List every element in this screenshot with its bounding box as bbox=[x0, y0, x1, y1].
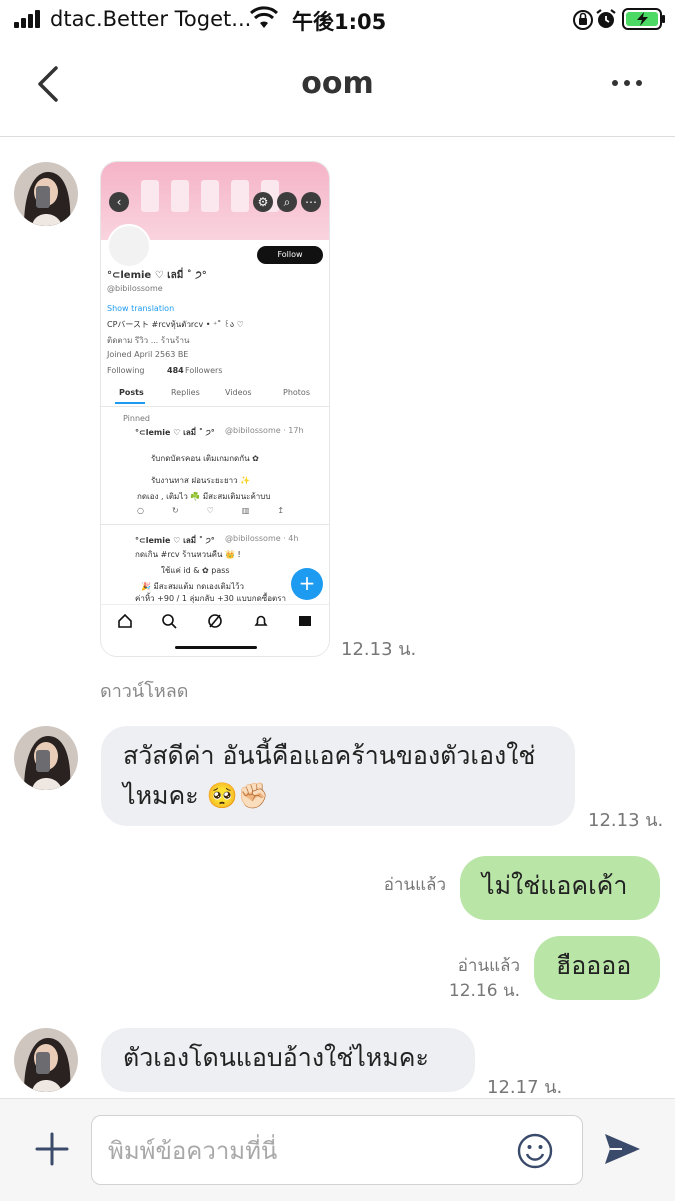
profile-bio-line: CPバースト #rcvหุ้นตัวrcv • ⁺˚ ꒰ა ♡ bbox=[107, 320, 244, 329]
following-label: Following bbox=[107, 366, 145, 375]
outgoing-message-bubble[interactable]: ฮืออออ bbox=[534, 936, 660, 1000]
avatar-photo bbox=[14, 162, 78, 226]
mail-icon bbox=[299, 616, 311, 626]
tab-videos: Videos bbox=[225, 388, 252, 397]
read-receipt: อ่านแล้ว bbox=[457, 956, 520, 976]
search-icon bbox=[162, 614, 177, 629]
chat-title: oom bbox=[301, 66, 374, 101]
post-meta: @bibilossome · 4h bbox=[225, 534, 299, 543]
tab-posts: Posts bbox=[119, 388, 144, 397]
avatar-photo bbox=[14, 1028, 78, 1092]
post-author: °⊂lemie ♡ เลมี่ ˚ ੭° bbox=[135, 536, 215, 545]
message-time: 12.13 น. bbox=[341, 639, 417, 660]
profile-picture bbox=[107, 224, 151, 268]
contact-avatar[interactable] bbox=[14, 1028, 78, 1092]
battery-charging-icon bbox=[622, 8, 665, 30]
followers-label: Followers bbox=[185, 366, 223, 375]
avatar-photo bbox=[14, 726, 78, 790]
tab-photos: Photos bbox=[283, 388, 310, 397]
download-link[interactable]: ดาวน์โหลด bbox=[100, 676, 188, 705]
clock-label: 午後1:05 bbox=[292, 10, 387, 34]
settings-icon: ⚙ bbox=[253, 192, 273, 212]
message-input-container bbox=[91, 1115, 583, 1185]
status-bar: dtac.Better Toget... 午後1:05 bbox=[0, 0, 675, 40]
back-icon: ‹ bbox=[109, 192, 129, 212]
show-translation-link: Show translation bbox=[107, 304, 175, 313]
incoming-message-bubble[interactable]: สวัสดีค่า อันนี้คือแอคร้านของตัวเองใช่ไห… bbox=[101, 726, 575, 826]
message-time: 12.13 น. bbox=[588, 810, 664, 831]
shared-screenshot-image[interactable]: ‹ ⚙ ⌕ ⋯ Follow °⊂lemie ♡ เลมี่ ˚ ੭° @bib… bbox=[101, 162, 329, 656]
profile-name: °⊂lemie ♡ เลมี่ ˚ ੭° bbox=[107, 270, 207, 281]
post-text: รับงานทาส ฝอนระยะยาว ✨ bbox=[151, 476, 251, 485]
message-input[interactable] bbox=[106, 1130, 500, 1172]
read-receipt: อ่านแล้ว bbox=[383, 875, 446, 895]
post-author: °⊂lemie ♡ เลมี่ ˚ ੭° bbox=[135, 428, 215, 437]
post-actions-icons: ○↻♡▥↥ bbox=[137, 506, 313, 515]
message-time: 12.17 น. bbox=[487, 1077, 563, 1098]
incoming-message-bubble[interactable]: ตัวเองโดนแอบอ้างใช่ไหมคะ bbox=[101, 1028, 475, 1092]
contact-avatar[interactable] bbox=[14, 162, 78, 226]
message-time: 12.16 น. bbox=[448, 981, 520, 1001]
post-text: ใช้แค่ id & ✿ pass bbox=[161, 566, 230, 575]
outgoing-message-bubble[interactable]: ไม่ใช่แอคเค้า bbox=[460, 856, 660, 920]
post-text: กดเอง , เติมไว ☘️ มีสะสมเติมนะค้าบบ bbox=[137, 492, 271, 501]
add-attachment-button[interactable] bbox=[34, 1131, 70, 1167]
more-icon: ⋯ bbox=[301, 192, 321, 212]
profile-bio-line: ติดตาม รีวิว ... ร้านร้าน bbox=[107, 336, 190, 345]
alarm-icon bbox=[596, 9, 616, 28]
followers-count: 484 bbox=[167, 366, 184, 375]
post-text: รับกดบัตรคอน เติมเกมกดกัน ✿ bbox=[151, 454, 259, 463]
bell-icon bbox=[254, 615, 268, 626]
joined-date: Joined April 2563 BE bbox=[107, 350, 189, 359]
grok-icon bbox=[208, 614, 222, 628]
carrier-label: dtac.Better Toget... bbox=[50, 7, 252, 31]
post-meta: @bibilossome · 17h bbox=[225, 426, 304, 435]
post-text: กดเกิน #rcv ร้านหวนคืน 👑 ! bbox=[135, 550, 241, 559]
more-options-button[interactable] bbox=[604, 66, 650, 100]
compose-icon: + bbox=[291, 568, 323, 600]
tab-replies: Replies bbox=[171, 388, 200, 397]
emoji-button[interactable] bbox=[516, 1132, 554, 1170]
follow-button: Follow bbox=[257, 246, 323, 264]
signal-icon bbox=[14, 10, 44, 28]
contact-avatar[interactable] bbox=[14, 726, 78, 790]
pinned-label: Pinned bbox=[123, 414, 151, 423]
wifi-icon bbox=[250, 6, 278, 28]
home-indicator bbox=[175, 646, 257, 649]
message-input-bar bbox=[0, 1098, 675, 1201]
profile-handle: @bibilossome bbox=[107, 284, 163, 293]
search-icon: ⌕ bbox=[277, 192, 297, 212]
chat-header: oom bbox=[0, 40, 675, 137]
home-icon bbox=[118, 613, 132, 628]
send-button[interactable] bbox=[602, 1131, 642, 1167]
